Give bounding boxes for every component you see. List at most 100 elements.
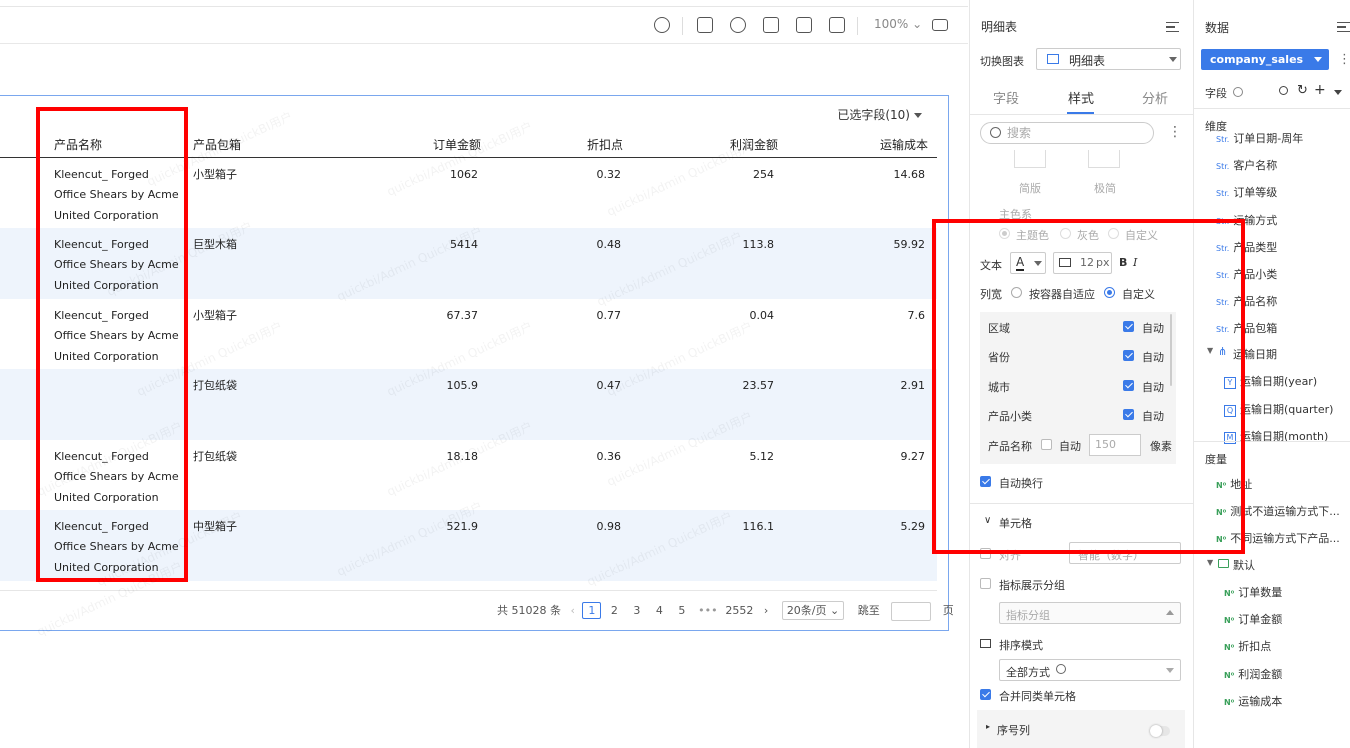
dimension-field[interactable]: Str. 运输方式 — [1216, 212, 1344, 228]
bold-button[interactable]: B — [1119, 256, 1127, 269]
folder-measure-field[interactable]: N⁰ 订单数量 — [1224, 584, 1344, 600]
table-row[interactable]: Kleencut_ Forged Office Shears by Acme Uni… — [0, 440, 937, 511]
italic-button[interactable]: I — [1133, 256, 1137, 269]
date-group-label[interactable]: 运输日期 — [1233, 346, 1277, 362]
header-shipping-cost[interactable]: 运输成本 — [880, 136, 928, 153]
measure-field[interactable]: N⁰ 地址 — [1216, 476, 1344, 492]
keyboard-icon[interactable] — [932, 19, 948, 31]
hide-icon[interactable] — [796, 17, 812, 33]
sort-mode-select[interactable]: 全部方式 — [999, 659, 1181, 681]
checklist-icon[interactable] — [829, 17, 845, 33]
dataset-more-icon[interactable]: ⋮ — [1338, 52, 1350, 67]
selected-fields-dropdown[interactable]: 已选字段(10) — [837, 106, 922, 123]
tab-fields[interactable]: 字段 — [993, 88, 1019, 107]
column-auto-checkbox[interactable] — [1123, 350, 1134, 361]
document-icon[interactable] — [697, 17, 713, 33]
folder-measure-field[interactable]: N⁰ 运输成本 — [1224, 693, 1344, 709]
folder-measure-field[interactable]: N⁰ 订单金额 — [1224, 611, 1344, 627]
caret-down-icon[interactable]: ▼ — [1207, 558, 1213, 567]
theme-thumb-minimal[interactable] — [1088, 150, 1120, 168]
next-page-icon[interactable]: › — [764, 604, 768, 617]
serial-column-toggle[interactable] — [1150, 725, 1170, 737]
measure-field[interactable]: N⁰ 测试不道运输方式下... — [1216, 503, 1344, 519]
page-last[interactable]: 2552 — [724, 604, 754, 617]
collapse-menu-icon[interactable] — [1166, 22, 1179, 32]
table-row[interactable]: Kleencut_ Forged Office Shears by Acme Uni… — [0, 510, 937, 581]
autowrap-checkbox[interactable] — [980, 476, 991, 487]
header-discount[interactable]: 折扣点 — [587, 136, 623, 153]
page-3[interactable]: 3 — [627, 604, 646, 617]
column-auto-checkbox[interactable] — [1123, 409, 1134, 420]
page-size-select[interactable]: 20条/页 ⌄ — [781, 601, 845, 620]
table-row[interactable]: Kleencut_ Forged Office Shears by Acme Uni… — [0, 299, 937, 370]
color-gray-radio[interactable] — [1060, 228, 1071, 239]
align-checkbox[interactable] — [980, 548, 991, 559]
color-theme-radio[interactable] — [999, 228, 1010, 239]
date-child-field[interactable]: Q 运输日期(quarter) — [1224, 401, 1333, 417]
folder-measure-field[interactable]: N⁰ 折扣点 — [1224, 638, 1344, 654]
table-row[interactable]: Kleencut_ Forged Office Shears by Acme Uni… — [0, 228, 937, 299]
prev-page-icon[interactable]: ‹ — [571, 604, 575, 617]
header-product-name[interactable]: 产品名称 — [54, 136, 102, 153]
style-search-input[interactable]: 搜索 — [980, 122, 1154, 144]
colwidth-custom-radio[interactable] — [1104, 287, 1115, 298]
column-list-scrollbar[interactable] — [1170, 314, 1172, 386]
column-auto-checkbox[interactable] — [1123, 321, 1134, 332]
zoom-level[interactable]: 100% ⌄ — [874, 17, 922, 31]
add-icon[interactable]: + — [1314, 82, 1326, 98]
page-4[interactable]: 4 — [650, 604, 669, 617]
cell-section-title[interactable]: 单元格 — [999, 515, 1032, 531]
dimension-field[interactable]: Str. 订单日期-周年 — [1216, 130, 1344, 146]
dimension-field[interactable]: Str. 产品名称 — [1216, 293, 1344, 309]
layout-icon[interactable] — [763, 17, 779, 33]
folder-label[interactable]: 默认 — [1233, 557, 1255, 573]
page-5[interactable]: 5 — [672, 604, 691, 617]
merge-cells-label: 合并同类单元格 — [999, 690, 1076, 703]
dimension-field[interactable]: Str. 产品类型 — [1216, 239, 1344, 255]
dataset-select[interactable]: company_sales — [1201, 49, 1329, 70]
page-2[interactable]: 2 — [605, 604, 624, 617]
folder-measure-field[interactable]: N⁰ 利润金额 — [1224, 666, 1344, 682]
color-custom-radio[interactable] — [1108, 228, 1119, 239]
cell-order-amount: 67.37 — [446, 309, 479, 322]
dimension-field[interactable]: Str. 产品小类 — [1216, 266, 1344, 282]
data-menu-icon[interactable] — [1337, 22, 1350, 32]
refresh-icon[interactable]: ↻ — [1297, 83, 1308, 98]
dimension-field[interactable]: Str. 订单等级 — [1216, 184, 1344, 200]
header-product-box[interactable]: 产品包箱 — [193, 136, 241, 153]
product-name-line: Office Shears by Acme — [54, 540, 179, 554]
align-select[interactable]: 智能（数字） — [1069, 542, 1181, 564]
metric-group-checkbox[interactable] — [980, 578, 991, 589]
date-child-field[interactable]: Y 运输日期(year) — [1224, 373, 1317, 389]
font-color-select[interactable]: A — [1010, 252, 1046, 274]
dimension-field[interactable]: Str. 客户名称 — [1216, 157, 1344, 173]
header-order-amount[interactable]: 订单金额 — [433, 136, 481, 153]
tab-style[interactable]: 样式 — [1068, 88, 1094, 107]
cloud-lock-icon[interactable] — [654, 17, 670, 33]
chevron-down-icon[interactable]: ∨ — [984, 515, 991, 526]
custom-col-auto-checkbox[interactable] — [1041, 439, 1052, 450]
merge-cells-checkbox[interactable] — [980, 689, 991, 700]
colwidth-fit-radio[interactable] — [1011, 287, 1022, 298]
search-doc-icon[interactable] — [730, 17, 746, 33]
page-1[interactable]: 1 — [582, 602, 602, 619]
tab-analysis[interactable]: 分析 — [1142, 88, 1168, 107]
measure-field[interactable]: N⁰ 不同运输方式下产品... — [1216, 530, 1344, 546]
font-size-input[interactable]: 12 px — [1053, 252, 1112, 274]
caret-down-icon[interactable] — [1334, 90, 1342, 95]
more-options-icon[interactable]: ⋮ — [1168, 124, 1182, 140]
custom-col-width-input[interactable]: 150 — [1089, 434, 1141, 456]
dimension-field[interactable]: Str. 产品包箱 — [1216, 320, 1344, 336]
header-profit[interactable]: 利润金额 — [730, 136, 778, 153]
color-gray-label: 灰色 — [1077, 229, 1099, 242]
metric-group-select[interactable]: 指标分组 — [999, 602, 1181, 624]
table-row[interactable]: 打包纸袋 105.9 0.47 23.57 2.91 — [0, 369, 937, 440]
column-auto-checkbox[interactable] — [1123, 380, 1134, 391]
search-icon[interactable] — [1279, 86, 1288, 95]
jump-input[interactable] — [891, 601, 932, 621]
theme-thumb-simple[interactable] — [1014, 150, 1046, 168]
caret-down-icon[interactable]: ▼ — [1207, 346, 1213, 355]
table-row[interactable]: Kleencut_ Forged Office Shears by Acme Uni… — [0, 158, 937, 229]
page-ellipsis[interactable]: ••• — [695, 604, 721, 617]
chart-type-select[interactable]: 明细表 — [1036, 48, 1181, 70]
